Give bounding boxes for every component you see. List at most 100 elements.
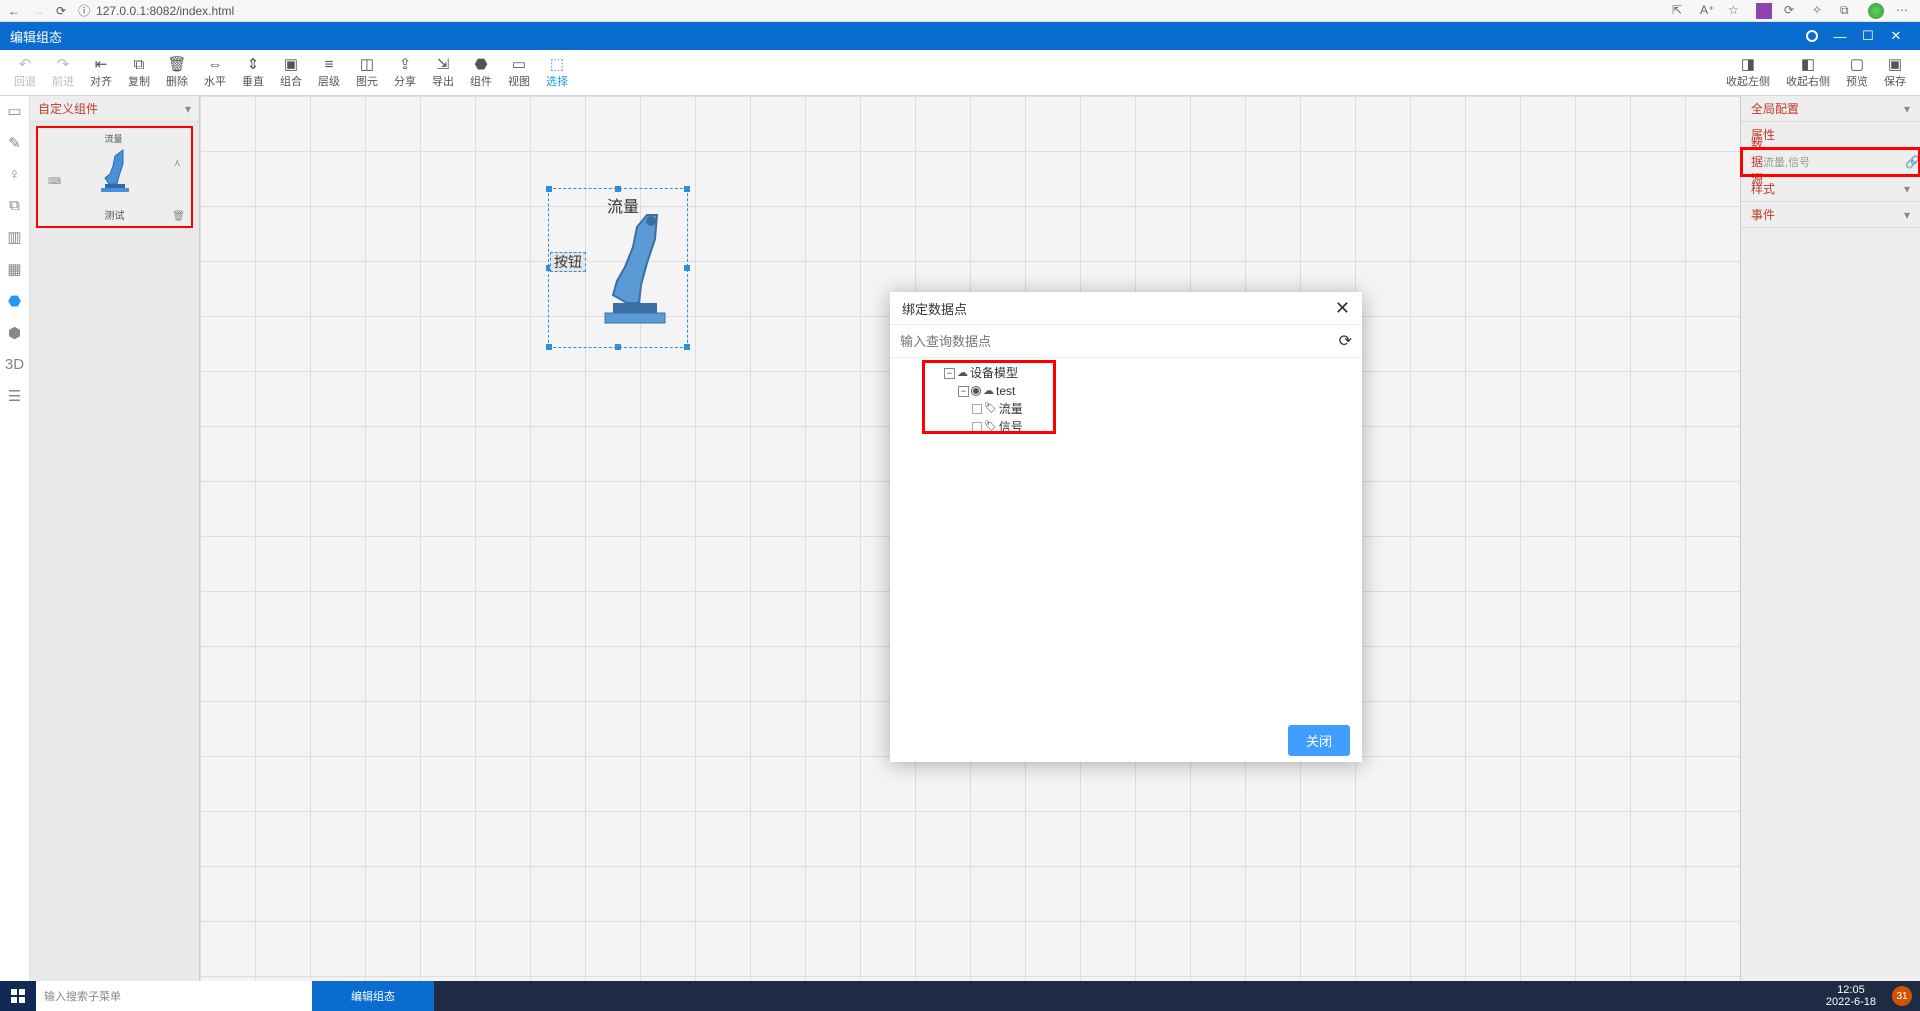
datasource-input[interactable] xyxy=(1763,156,1905,168)
layer-button[interactable]: ≡层级 xyxy=(310,50,348,95)
dialog-body: − ☁ 设备模型 − ☁ test 🏷 流量 xyxy=(890,358,1362,718)
taskbar-clock[interactable]: 12:05 2022-6-18 xyxy=(1818,984,1884,1008)
chevron-down-icon: ▾ xyxy=(1904,102,1910,116)
resize-handle[interactable] xyxy=(615,186,621,192)
collapse-right-button[interactable]: ◧收起右侧 xyxy=(1778,50,1838,95)
browser-sync-icon[interactable]: ⟳ xyxy=(1784,3,1800,19)
app-title: 编辑组态 xyxy=(10,27,62,46)
dialog-close-button[interactable]: 关闭 xyxy=(1288,725,1350,756)
address-bar[interactable]: ⓘ 127.0.0.1:8082/index.html xyxy=(78,2,234,19)
redo-button[interactable]: ↷前进 xyxy=(44,50,82,95)
taskbar-app-label: 编辑组态 xyxy=(351,988,395,1004)
horizontal-button[interactable]: ⇔水平 xyxy=(196,50,234,95)
undo-button[interactable]: ↶回退 xyxy=(6,50,44,95)
canvas-button-element[interactable]: 按钮 xyxy=(550,252,586,272)
resize-handle[interactable] xyxy=(684,265,690,271)
minimize-button[interactable]: — xyxy=(1826,29,1854,44)
browser-app-icon[interactable] xyxy=(1756,3,1772,19)
left-panel: 自定义组件 ▾ 流量 ⋏ ⌨ 测试 🗑 xyxy=(30,96,200,981)
robot-arm-icon xyxy=(95,146,135,196)
resize-handle[interactable] xyxy=(546,186,552,192)
vertical-button[interactable]: ⇕垂直 xyxy=(234,50,272,95)
person-icon: ⋏ xyxy=(174,158,181,169)
right-panel: 全局配置▾ 属性 数据源 🔗 样式▾ 事件▾ xyxy=(1740,96,1920,981)
align-button[interactable]: ⇤对齐 xyxy=(82,50,120,95)
section-global[interactable]: 全局配置▾ xyxy=(1741,96,1920,122)
select-button[interactable]: ⬚选择 xyxy=(538,50,576,95)
browser-profile-icon[interactable] xyxy=(1868,3,1884,19)
view-button[interactable]: ▭视图 xyxy=(500,50,538,95)
bind-datapoint-dialog: 绑定数据点 ✕ ⟳ − ☁ 设备模型 − ☁ xyxy=(890,292,1362,762)
resize-handle[interactable] xyxy=(546,344,552,350)
export-button[interactable]: ⇲导出 xyxy=(424,50,462,95)
reload-icon[interactable]: ⟳ xyxy=(56,4,66,18)
rail-cube-icon[interactable]: ⬣ xyxy=(8,292,21,310)
section-event[interactable]: 事件▾ xyxy=(1741,202,1920,228)
rail-image-icon[interactable]: ▥ xyxy=(7,228,21,246)
preview-button[interactable]: ▢预览 xyxy=(1838,50,1876,95)
primitive-button[interactable]: ◫图元 xyxy=(348,50,386,95)
rail-chart-icon[interactable]: ⧉ xyxy=(9,197,20,214)
info-icon: ⓘ xyxy=(78,2,90,19)
taskbar-search[interactable]: 输入搜索子菜单 xyxy=(36,981,312,1011)
rail-box-icon[interactable]: ⬢ xyxy=(8,324,21,342)
highlight-box xyxy=(922,360,1056,434)
taskbar-app[interactable]: 编辑组态 xyxy=(312,981,434,1011)
thumb-name: 测试 xyxy=(105,207,125,222)
chevron-down-icon: ▾ xyxy=(1904,182,1910,196)
browser-read-icon[interactable]: A⁺ xyxy=(1700,3,1716,19)
browser-star-icon[interactable]: ☆ xyxy=(1728,3,1744,19)
component-button[interactable]: ⬣组件 xyxy=(462,50,500,95)
canvas-button-label: 按钮 xyxy=(554,252,582,272)
browser-more-icon[interactable]: ⋯ xyxy=(1896,3,1912,19)
component-thumbnail[interactable]: 流量 ⋏ ⌨ 测试 🗑 xyxy=(36,126,193,228)
dialog-footer: 关闭 xyxy=(890,718,1362,762)
rail-list-icon[interactable]: ☰ xyxy=(8,387,21,405)
browser-ext-icon[interactable]: ⇱ xyxy=(1672,3,1688,19)
section-attrs[interactable]: 属性 xyxy=(1741,122,1920,148)
start-button[interactable] xyxy=(0,981,36,1011)
dialog-title: 绑定数据点 xyxy=(902,299,967,318)
resize-handle[interactable] xyxy=(684,186,690,192)
save-button[interactable]: ▣保存 xyxy=(1876,50,1914,95)
rail-grid-icon[interactable]: ▦ xyxy=(7,260,21,278)
rail-shapes-icon[interactable]: ▭ xyxy=(7,102,21,120)
dialog-close-icon[interactable]: ✕ xyxy=(1335,298,1350,319)
left-panel-header[interactable]: 自定义组件 ▾ xyxy=(30,96,199,122)
design-canvas[interactable]: 流量 按钮 绑定数据点 ✕ ⟳ xyxy=(200,96,1740,981)
chevron-down-icon: ▾ xyxy=(1904,208,1910,222)
share-button[interactable]: ⇪分享 xyxy=(386,50,424,95)
reload-icon[interactable]: ⟳ xyxy=(1339,331,1352,351)
notification-badge[interactable]: 31 xyxy=(1892,986,1912,1006)
datapoint-search-input[interactable] xyxy=(900,334,1339,349)
dialog-search-row: ⟳ xyxy=(890,324,1362,358)
section-style[interactable]: 样式▾ xyxy=(1741,176,1920,202)
close-button[interactable]: ✕ xyxy=(1882,28,1910,44)
datasource-row: 数据源 🔗 xyxy=(1741,148,1920,176)
chevron-down-icon[interactable]: ▾ xyxy=(185,102,191,116)
resize-handle[interactable] xyxy=(684,344,690,350)
copy-button[interactable]: ⧉复制 xyxy=(120,50,158,95)
delete-button[interactable]: 🗑删除 xyxy=(158,50,196,95)
rail-people-icon[interactable]: ♀ xyxy=(9,166,20,183)
app-title-bar: 编辑组态 — ☐ ✕ xyxy=(0,22,1920,50)
url-text: 127.0.0.1:8082/index.html xyxy=(96,4,234,18)
maximize-button[interactable]: ☐ xyxy=(1854,28,1882,44)
back-icon[interactable]: ← xyxy=(8,4,20,18)
browser-fav-icon[interactable]: ✧ xyxy=(1812,3,1828,19)
group-button[interactable]: ▣组合 xyxy=(272,50,310,95)
resize-handle[interactable] xyxy=(615,344,621,350)
browser-collection-icon[interactable]: ⧉ xyxy=(1840,3,1856,19)
forward-icon[interactable]: → xyxy=(32,4,44,18)
left-rail: ▭ ✎ ♀ ⧉ ▥ ▦ ⬣ ⬢ 3D ☰ xyxy=(0,96,30,981)
link-icon[interactable]: 🔗 xyxy=(1905,155,1920,169)
windows-icon xyxy=(11,989,25,1003)
collapse-left-button[interactable]: ◨收起左侧 xyxy=(1718,50,1778,95)
rail-3d-icon[interactable]: 3D xyxy=(5,356,24,373)
rail-brush-icon[interactable]: ✎ xyxy=(8,134,21,152)
taskbar-date: 2022-6-18 xyxy=(1826,996,1876,1008)
delete-thumb-icon[interactable]: 🗑 xyxy=(172,211,185,222)
dialog-title-bar: 绑定数据点 ✕ xyxy=(890,292,1362,324)
record-icon[interactable] xyxy=(1806,30,1818,42)
badge-count: 31 xyxy=(1896,991,1907,1002)
